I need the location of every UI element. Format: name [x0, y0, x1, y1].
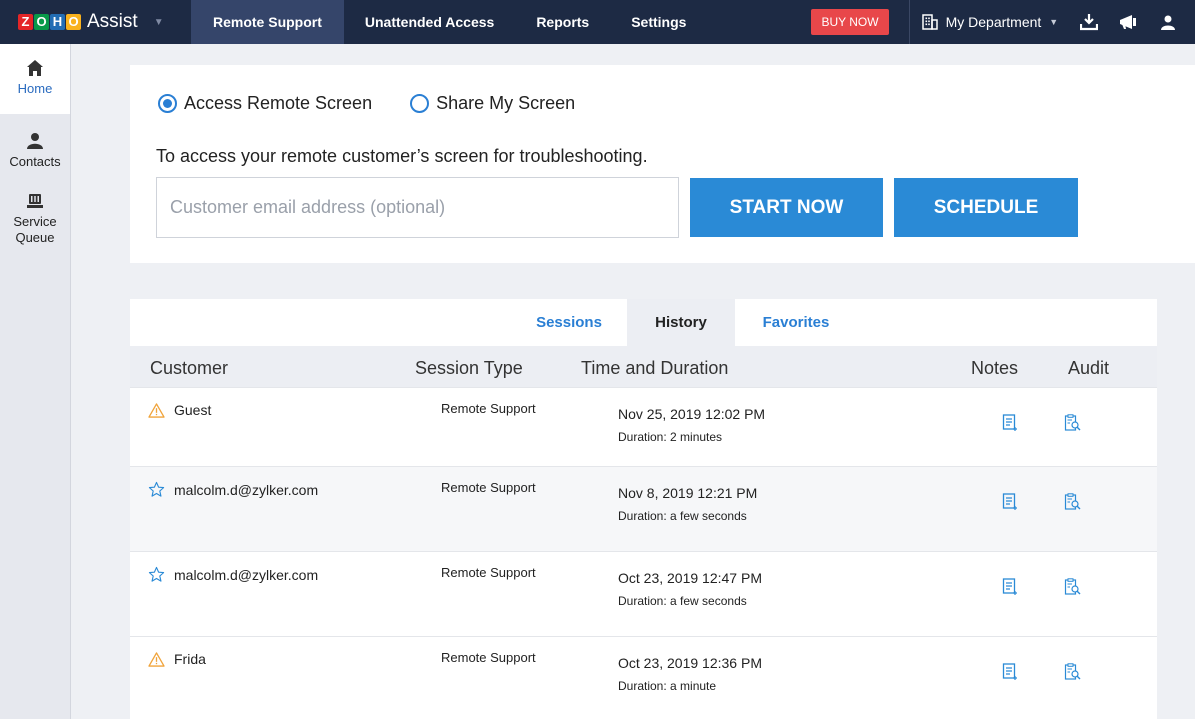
buy-now-button[interactable]: BUY NOW — [811, 9, 889, 35]
access-remote-screen-radio[interactable]: Access Remote Screen — [158, 93, 372, 114]
column-header-notes: Notes — [971, 358, 1019, 378]
app-brand[interactable]: Z O H O Assist ▼ — [0, 0, 191, 44]
notes-icon[interactable] — [1002, 493, 1018, 511]
department-selector[interactable]: My Department ▼ — [908, 0, 1059, 44]
nav-remote-support[interactable]: Remote Support — [191, 0, 344, 44]
session-type: Remote Support — [441, 565, 536, 580]
sidebar: Home Contacts Service Queue — [0, 44, 71, 719]
radio-label: Share My Screen — [436, 93, 576, 113]
top-bar: Z O H O Assist ▼ Remote Support Unattend… — [0, 0, 1195, 44]
session-time: Oct 23, 2019 12:47 PM — [618, 570, 762, 586]
session-duration: Duration: a few seconds — [618, 509, 747, 523]
warning-icon — [148, 402, 165, 418]
customer-email-input[interactable] — [156, 177, 679, 238]
session-type: Remote Support — [441, 401, 536, 416]
customer-name[interactable]: malcolm.d@zylker.com — [174, 482, 318, 498]
logo-letter: Z — [18, 14, 33, 30]
main-nav: Remote Support Unattended Access Reports… — [191, 0, 707, 44]
chevron-down-icon[interactable]: ▼ — [154, 17, 164, 28]
announcement-icon[interactable] — [1118, 13, 1140, 31]
sidebar-item-label: Service Queue — [13, 214, 57, 245]
warning-icon — [148, 651, 165, 667]
session-time: Nov 25, 2019 12:02 PM — [618, 406, 766, 422]
column-header-audit: Audit — [1068, 358, 1110, 378]
tab-favorites[interactable]: Favorites — [750, 299, 842, 346]
connect-description: To access your remote customer’s screen … — [156, 146, 648, 166]
logo-letter: H — [50, 14, 65, 30]
customer-name[interactable]: Guest — [174, 402, 211, 418]
audit-icon[interactable] — [1064, 578, 1082, 596]
logo-letter: O — [34, 14, 49, 30]
column-header-time[interactable]: Time and Duration — [581, 358, 728, 379]
tab-sessions[interactable]: Sessions — [525, 299, 613, 346]
audit-icon[interactable] — [1064, 493, 1082, 511]
contacts-icon — [27, 133, 43, 149]
nav-reports[interactable]: Reports — [515, 0, 610, 44]
column-header-session-type[interactable]: Session Type — [415, 358, 523, 379]
sidebar-item-service-queue[interactable]: Service Queue — [0, 192, 70, 246]
logo-letter: O — [66, 14, 81, 30]
session-duration: Duration: 2 minutes — [618, 430, 723, 444]
session-time: Nov 8, 2019 12:21 PM — [618, 485, 758, 501]
table-row[interactable]: Frida Remote Support Oct 23, 2019 12:36 … — [130, 636, 1157, 719]
sidebar-item-label: Contacts — [9, 154, 61, 169]
session-duration: Duration: a minute — [618, 679, 717, 693]
table-header: Customer Session Type Time and Duration … — [130, 346, 1157, 387]
audit-icon[interactable] — [1064, 414, 1082, 432]
sidebar-item-home[interactable]: Home — [0, 44, 70, 114]
table-row[interactable]: Guest Remote Support Nov 25, 2019 12:02 … — [130, 387, 1157, 472]
radio-unchecked-icon — [410, 94, 430, 113]
customer-name[interactable]: malcolm.d@zylker.com — [174, 567, 318, 583]
download-icon[interactable] — [1080, 13, 1099, 31]
sessions-panel: Sessions History Favorites Customer Sess… — [130, 299, 1157, 719]
department-label: My Department — [945, 14, 1042, 30]
notes-icon[interactable] — [1002, 414, 1018, 432]
session-type: Remote Support — [441, 650, 536, 665]
zoho-logo: Z O H O — [18, 14, 81, 30]
table-row[interactable]: malcolm.d@zylker.com Remote Support Nov … — [130, 466, 1157, 551]
home-icon — [27, 60, 43, 76]
tab-history[interactable]: History — [627, 299, 735, 346]
nav-settings[interactable]: Settings — [610, 0, 707, 44]
notes-icon[interactable] — [1002, 578, 1018, 596]
session-duration: Duration: a few seconds — [618, 594, 747, 608]
star-icon[interactable] — [148, 481, 165, 498]
building-icon — [921, 14, 938, 30]
session-time: Oct 23, 2019 12:36 PM — [618, 655, 762, 671]
notes-icon[interactable] — [1002, 663, 1018, 681]
connect-panel: Access Remote Screen Share My Screen To … — [130, 65, 1195, 263]
radio-label: Access Remote Screen — [184, 93, 373, 113]
session-type: Remote Support — [441, 480, 536, 495]
table-row[interactable]: malcolm.d@zylker.com Remote Support Oct … — [130, 551, 1157, 636]
start-now-button[interactable]: START NOW — [690, 178, 883, 237]
chevron-down-icon: ▼ — [1049, 17, 1059, 27]
nav-unattended-access[interactable]: Unattended Access — [344, 0, 515, 44]
session-tabs: Sessions History Favorites — [130, 299, 1157, 346]
app-name: Assist — [87, 11, 138, 32]
share-my-screen-radio[interactable]: Share My Screen — [410, 93, 575, 114]
radio-checked-icon — [158, 94, 177, 113]
audit-icon[interactable] — [1064, 663, 1082, 681]
sidebar-item-label: Home — [17, 81, 53, 96]
service-queue-icon — [27, 194, 43, 208]
column-header-customer[interactable]: Customer — [150, 358, 228, 379]
star-icon[interactable] — [148, 566, 165, 583]
customer-name[interactable]: Frida — [174, 651, 206, 667]
schedule-button[interactable]: SCHEDULE — [894, 178, 1078, 237]
sidebar-item-contacts[interactable]: Contacts — [0, 132, 70, 169]
user-icon[interactable] — [1160, 14, 1176, 30]
